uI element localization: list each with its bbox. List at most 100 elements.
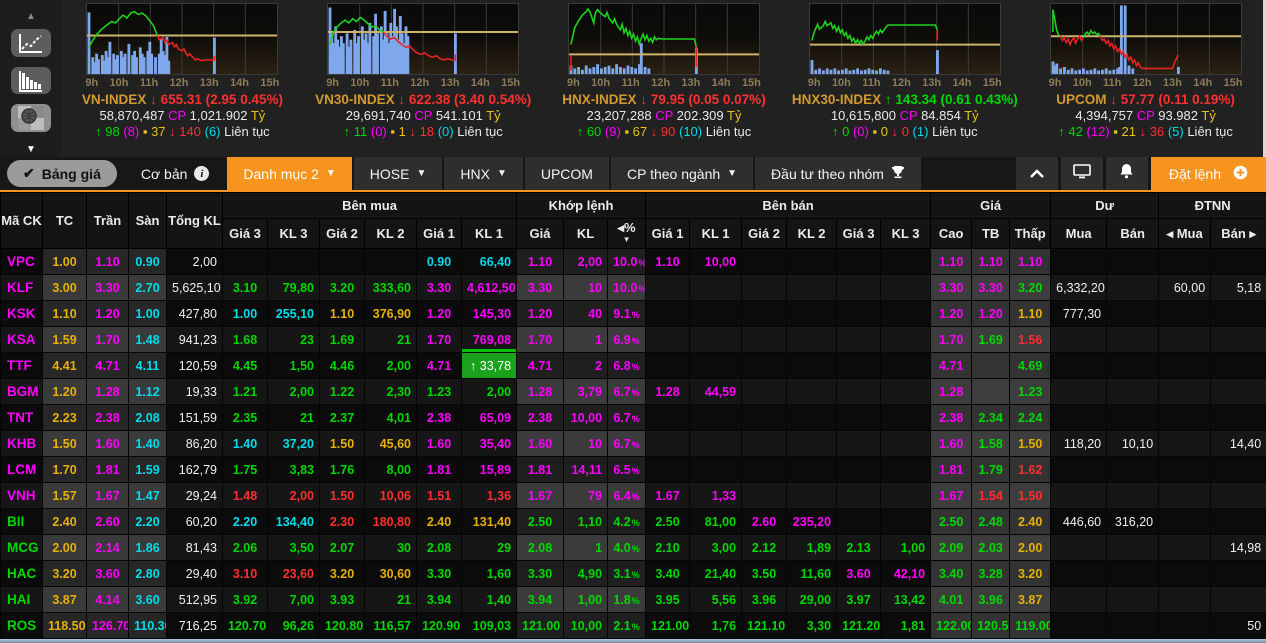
tran-cell: 4.71	[86, 352, 129, 379]
mp-cell: 9.1%	[607, 300, 647, 327]
tc-cell: 3.20	[42, 560, 87, 587]
ticker-cell[interactable]: KHB	[0, 430, 43, 457]
tran-cell: 2.38	[86, 404, 129, 431]
col-header-match-pct[interactable]: ◂% ▼	[607, 218, 647, 249]
table-row[interactable]: BGM 1.20 1.28 1.12 19,33 1.21 2,00 1.22 2,30 1.23…	[0, 378, 1266, 405]
ticker-cell[interactable]: ROS	[0, 612, 43, 639]
axis-tick-label: 11h	[621, 77, 640, 89]
index-volume-line: 4,394,757 CP 93.982 Tỷ	[1075, 108, 1216, 123]
ticker-cell[interactable]: HAC	[0, 560, 43, 587]
bar-chart-icon	[18, 69, 44, 93]
collapse-top-button[interactable]	[1015, 157, 1058, 190]
tab-hose[interactable]: HOSE ▼	[353, 157, 443, 190]
monitor-button[interactable]	[1060, 157, 1103, 190]
tab-upcom[interactable]: UPCOM	[524, 157, 609, 190]
bar-chart-button[interactable]	[11, 66, 51, 95]
thap-cell: 1.62	[1009, 456, 1052, 483]
ticker-cell[interactable]: MCG	[0, 534, 43, 561]
index-panel-vn-index[interactable]: 9h 10h 11h 12h 13h 14h 15h VN-INDEX ↓ 655.31 (2…	[62, 0, 303, 157]
notifications-button[interactable]	[1105, 157, 1148, 190]
table-row[interactable]: LCM 1.70 1.81 1.59 162,79 1.75 3,83 1.76 8,00 1.8…	[0, 456, 1266, 483]
scroll-up-icon[interactable]: ▲	[26, 10, 36, 24]
tab-danh-muc-2[interactable]: Danh mục 2 ▼	[227, 157, 352, 190]
ticker-cell[interactable]: VNH	[0, 482, 43, 509]
bk1-cell: 66,40	[460, 248, 518, 275]
table-row[interactable]: BII 2.40 2.60 2.20 60,20 2.20 134,40 2.30 180,80…	[0, 508, 1266, 535]
sg3-cell	[836, 430, 882, 457]
sk2-cell	[786, 404, 838, 431]
thap-cell: 3.20	[1009, 274, 1052, 301]
axis-tick-label: 12h	[651, 77, 671, 89]
total-cell: 5,625,10	[166, 274, 223, 301]
table-row[interactable]: TNT 2.23 2.38 2.08 151,59 2.35 21 2.37 4,01 2.38 6…	[0, 404, 1266, 431]
ticker-cell[interactable]: TTF	[0, 352, 43, 379]
cao-cell: 1.70	[930, 326, 973, 353]
line-chart-button[interactable]	[11, 29, 51, 57]
group-header-sell: Bên bán	[645, 192, 932, 219]
table-row[interactable]: MCG 2.00 2.14 1.86 81,43 2.06 3,50 2.07 30 2.08 29…	[0, 534, 1266, 561]
ticker-cell[interactable]: KSK	[0, 300, 43, 327]
mp-cell: 10.0%	[607, 274, 647, 301]
col-header-buy-g2: Giá 2	[319, 218, 365, 249]
ticker-cell[interactable]: VPC	[0, 248, 43, 275]
sg1-cell	[645, 300, 691, 327]
dmua-cell	[1050, 612, 1108, 639]
tab-label: Cơ bản	[140, 165, 188, 182]
index-panel-vn30-index[interactable]: 9h 10h 11h 12h 13h 14h 15h VN30-INDEX ↓ 622.38 …	[303, 0, 544, 157]
col-header-dtnn-ban[interactable]: Bán ▸	[1210, 218, 1266, 249]
col-header-dtnn-mua[interactable]: ◂ Mua	[1158, 218, 1212, 249]
tab-hnx[interactable]: HNX ▼	[444, 157, 523, 190]
up-arrow-icon: ↑	[1058, 124, 1065, 139]
scroll-down-icon[interactable]: ▼	[26, 143, 36, 157]
ticker-cell[interactable]: BGM	[0, 378, 43, 405]
market-overview-button[interactable]	[11, 104, 51, 133]
unchanged-square-icon: ▪	[390, 124, 395, 139]
tab-dau-tu-theo-nhom[interactable]: Đầu tư theo nhóm	[755, 157, 921, 190]
cao-cell: 122.00	[930, 612, 973, 639]
table-row[interactable]: ROS118.50126.70110.30716,25120.7096,2612…	[0, 612, 1266, 639]
table-row[interactable]: KHB 1.50 1.60 1.40 86,20 1.40 37,20 1.50 45,60 1.…	[0, 430, 1266, 457]
order-button[interactable]: Đặt lệnh	[1150, 157, 1266, 190]
floor-count: (10)	[678, 124, 703, 139]
axis-tick-label: 12h	[169, 77, 189, 89]
mk-cell: 40	[563, 300, 609, 327]
table-row[interactable]: VNH 1.57 1.67 1.47 29,24 1.48 2,00 1.50 10,06 1.5…	[0, 482, 1266, 509]
bg1-cell: 1.20	[416, 300, 462, 327]
table-row[interactable]: KSK 1.10 1.20 1.00 427,80 1.00 255,10 1.10 376,9…	[0, 300, 1266, 327]
col-header-buy-k2: KL 2	[364, 218, 417, 249]
sg3-cell	[836, 274, 882, 301]
nban-cell: 14,40	[1210, 430, 1266, 457]
ticker-cell[interactable]: LCM	[0, 456, 43, 483]
ticker-cell[interactable]: TNT	[0, 404, 43, 431]
dban-cell	[1106, 326, 1160, 353]
ty-label: Tỷ	[1201, 108, 1216, 123]
table-row[interactable]: HAC 3.20 3.60 2.80 29,40 3.10 23,60 3.20 30,60 3.…	[0, 560, 1266, 587]
table-row[interactable]: VPC 1.00 1.10 0.90 2,00 0.90 66,40 1.10 2,00 10.0…	[0, 248, 1266, 275]
tab-bang-gia[interactable]: ✔ Bảng giá	[7, 160, 117, 187]
tb-cell: 3.28	[971, 560, 1011, 587]
nmua-cell	[1158, 456, 1212, 483]
mg-cell: 1.67	[516, 482, 565, 509]
index-panel-upcom[interactable]: 9h 10h 11h 12h 13h 14h 15h UPCOM ↓ 57.77 (0.11 …	[1025, 0, 1266, 157]
axis-tick-label: 12h	[410, 77, 430, 89]
session-status: Liên tục	[932, 124, 978, 139]
tab-co-ban[interactable]: Cơ bản i	[125, 157, 226, 190]
ticker-cell[interactable]: HAI	[0, 586, 43, 613]
table-row[interactable]: KSA 1.59 1.70 1.48 941,23 1.68 23 1.69 21 1.70 769…	[0, 326, 1266, 353]
index-panel-hnx-index[interactable]: 9h 10h 11h 12h 13h 14h 15h HNX-INDEX ↓ 79.95 (0…	[544, 0, 785, 157]
tb-cell	[971, 352, 1011, 379]
decliners-count: 18	[419, 124, 435, 139]
ticker-cell[interactable]: BII	[0, 508, 43, 535]
table-row[interactable]: HAI 3.87 4.14 3.60 512,95 3.92 7,00 3.93 21 3.94 1…	[0, 586, 1266, 613]
table-row[interactable]: KLF 3.00 3.30 2.70 5,625,10 3.10 79,80 3.20 333,…	[0, 274, 1266, 301]
cp-label: CP	[414, 108, 433, 123]
trophy-icon	[891, 165, 905, 182]
bk3-cell: 2,00	[267, 482, 320, 509]
axis-tick-label: 9h	[326, 77, 340, 89]
tab-cp-theo-nganh[interactable]: CP theo ngành ▼	[610, 157, 754, 190]
table-row[interactable]: TTF 4.41 4.71 4.11 120,59 4.45 1,50 4.46 2,00 4.7…	[0, 352, 1266, 379]
ticker-cell[interactable]: KSA	[0, 326, 43, 353]
ticker-cell[interactable]: KLF	[0, 274, 43, 301]
index-panel-hnx30-index[interactable]: 9h 10h 11h 12h 13h 14h 15h HNX30-INDEX ↑ 143.34…	[784, 0, 1025, 157]
san-cell: 110.30	[128, 612, 167, 639]
